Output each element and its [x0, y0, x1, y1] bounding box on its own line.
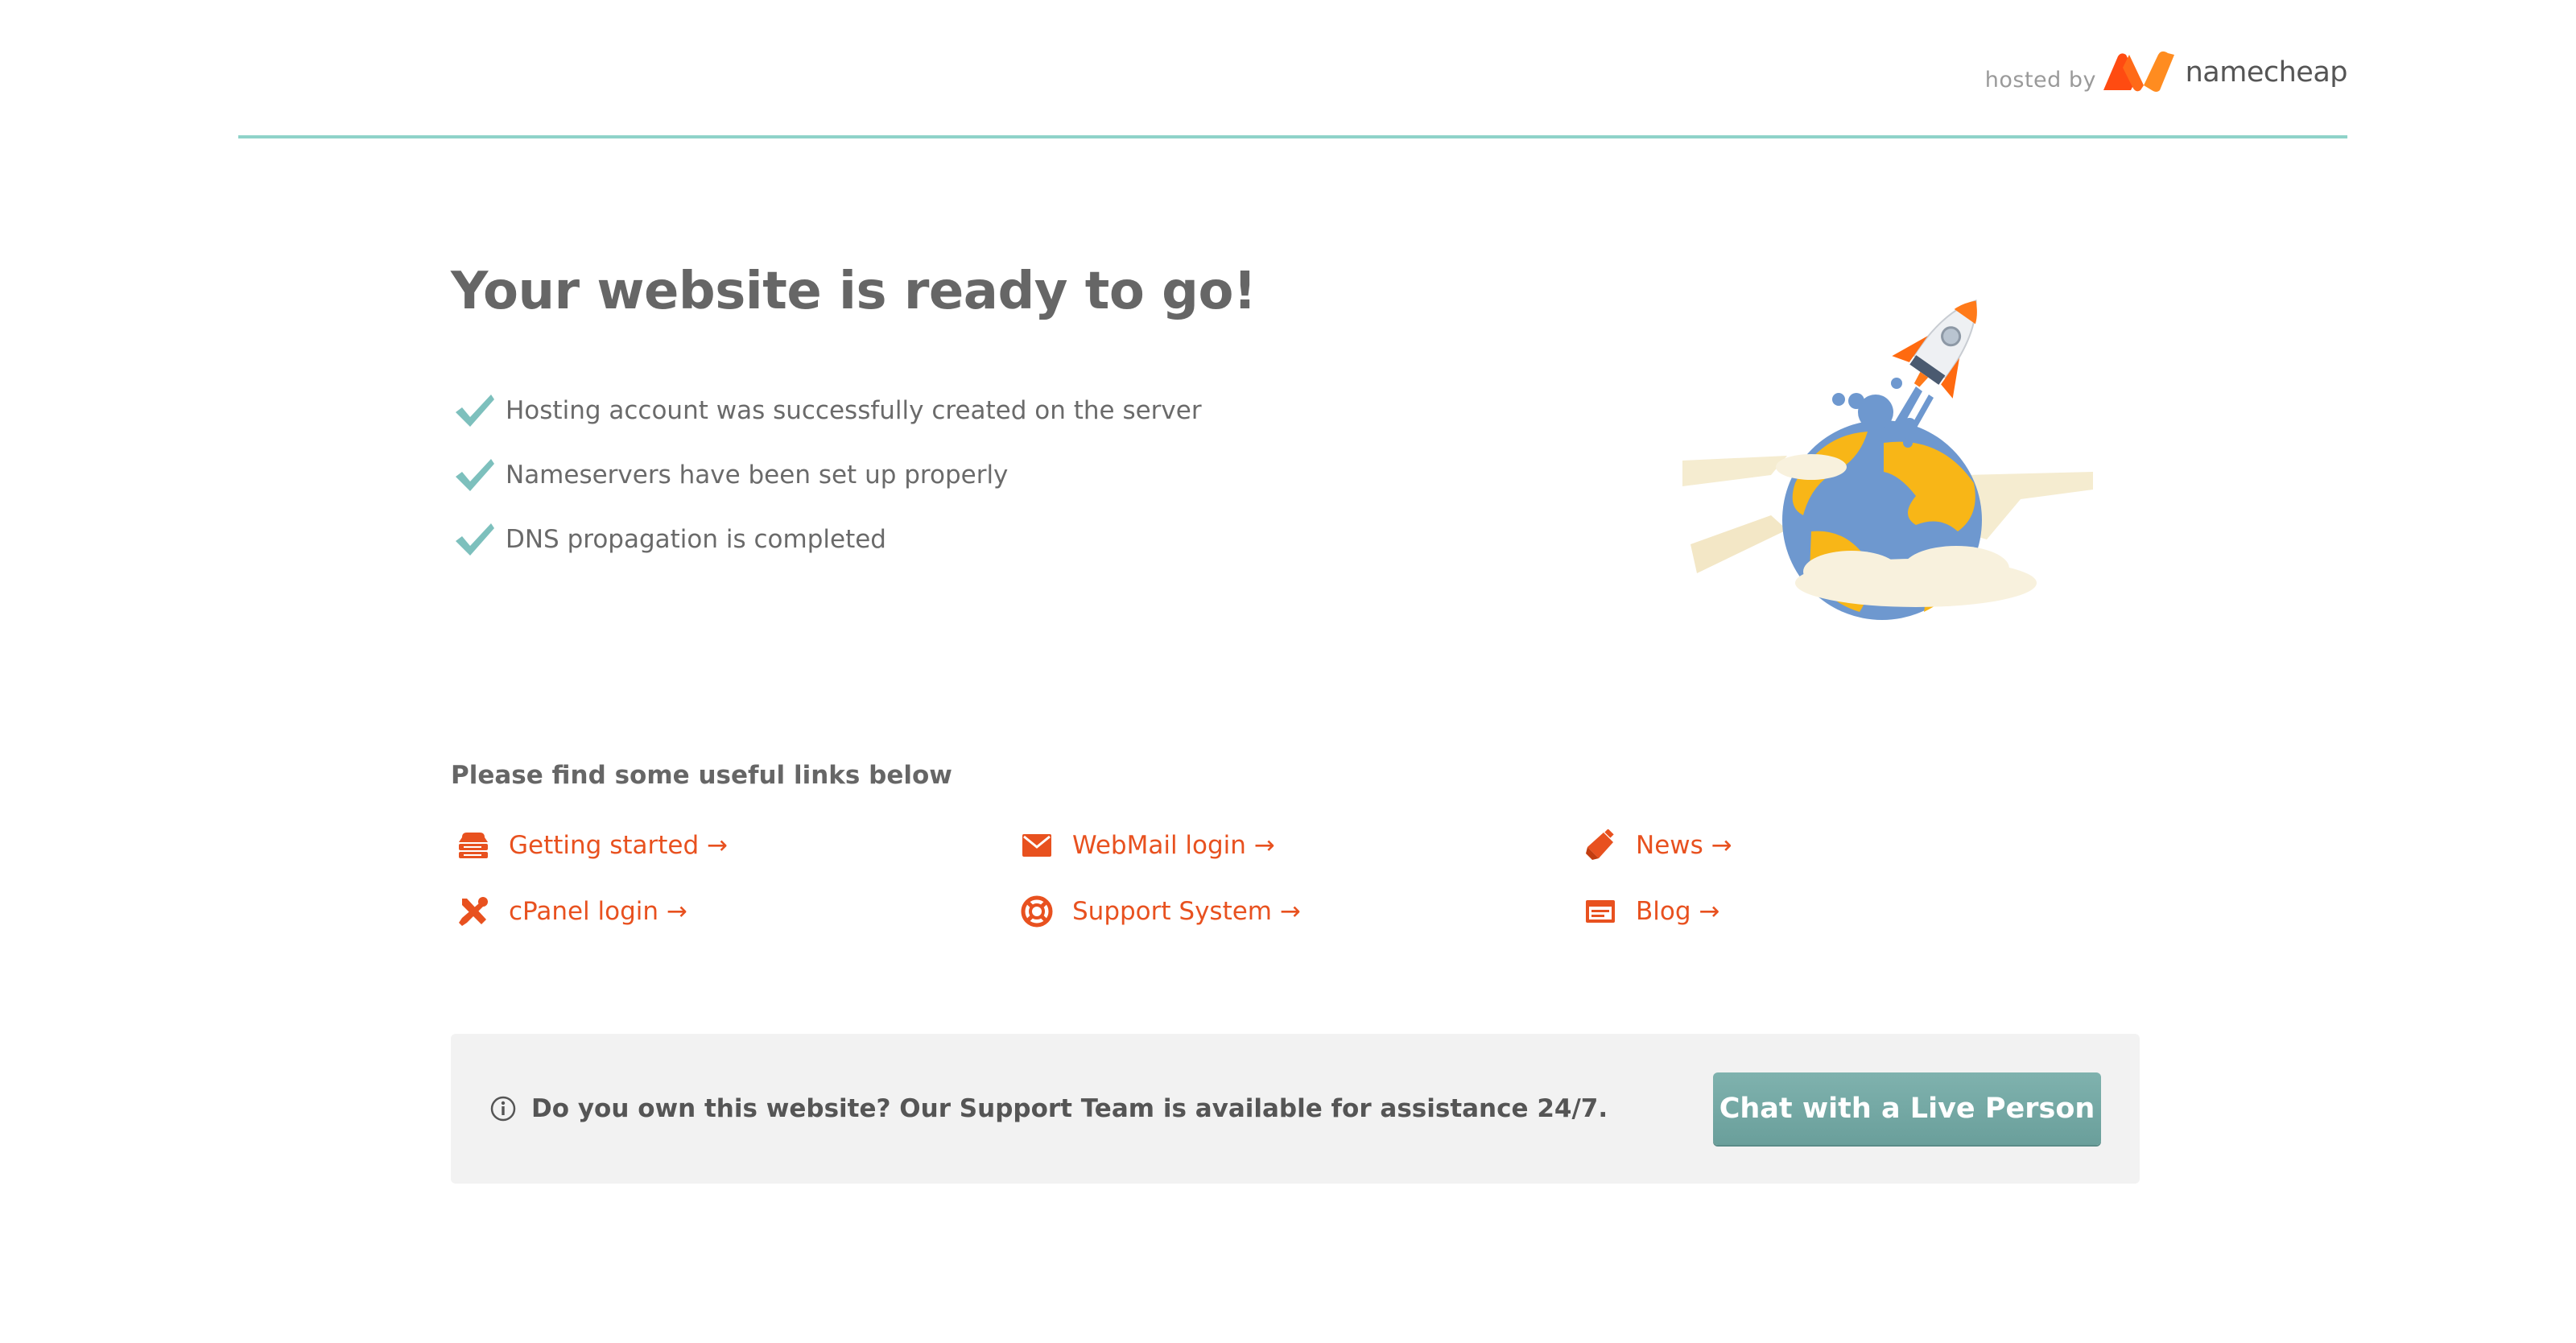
link-label: WebMail login →	[1072, 831, 1275, 860]
getting-started-link[interactable]: Getting started →	[451, 812, 1014, 878]
useful-links-grid: Getting started → WebMail login → News →	[451, 812, 2141, 944]
namecheap-wordmark: namecheap	[2185, 56, 2348, 89]
support-message: Do you own this website? Our Support Tea…	[489, 1034, 1608, 1184]
chat-live-person-button[interactable]: Chat with a Live Person	[1713, 1072, 2101, 1145]
megaphone-icon	[1586, 829, 1614, 860]
lifebuoy-icon	[1021, 895, 1053, 928]
site-header: hosted by namecheap	[238, 0, 2348, 138]
tools-icon	[459, 897, 488, 926]
hosted-by-label: hosted by	[1984, 68, 2096, 93]
checklist-item-text: Hosting account was successfully created…	[506, 396, 1202, 425]
webmail-login-link[interactable]: WebMail login →	[1014, 812, 1578, 878]
info-icon	[490, 1096, 516, 1122]
check-icon	[456, 395, 494, 427]
support-text: Do you own this website? Our Support Tea…	[531, 1094, 1608, 1123]
check-icon	[456, 523, 494, 556]
checklist-item-text: DNS propagation is completed	[506, 525, 886, 554]
namecheap-logo[interactable]: namecheap	[2100, 50, 2348, 95]
mail-icon	[1022, 834, 1051, 857]
blog-link[interactable]: Blog →	[1578, 878, 2141, 944]
browser-window-icon	[1586, 900, 1615, 923]
server-icon	[459, 833, 488, 858]
checklist-item-text: Nameservers have been set up properly	[506, 461, 1009, 490]
rocket	[1892, 300, 1977, 399]
support-bar: Do you own this website? Our Support Tea…	[451, 1034, 2140, 1184]
namecheap-logo-icon	[2103, 51, 2174, 92]
rocket-globe-illustration	[1682, 300, 2093, 620]
ribbon-lower	[1690, 515, 1787, 573]
useful-links-section: Please find some useful links below Gett…	[451, 761, 2141, 944]
link-label: Support System →	[1072, 897, 1301, 926]
ribbon-right	[1964, 472, 2093, 539]
cpanel-login-link[interactable]: cPanel login →	[451, 878, 1014, 944]
check-icon	[456, 459, 494, 491]
link-label: Blog →	[1636, 897, 1720, 926]
link-label: Getting started →	[509, 831, 728, 860]
news-link[interactable]: News →	[1578, 812, 2141, 878]
link-label: cPanel login →	[509, 897, 687, 926]
useful-links-title: Please find some useful links below	[451, 761, 952, 790]
support-system-link[interactable]: Support System →	[1014, 878, 1578, 944]
link-label: News →	[1636, 831, 1732, 860]
